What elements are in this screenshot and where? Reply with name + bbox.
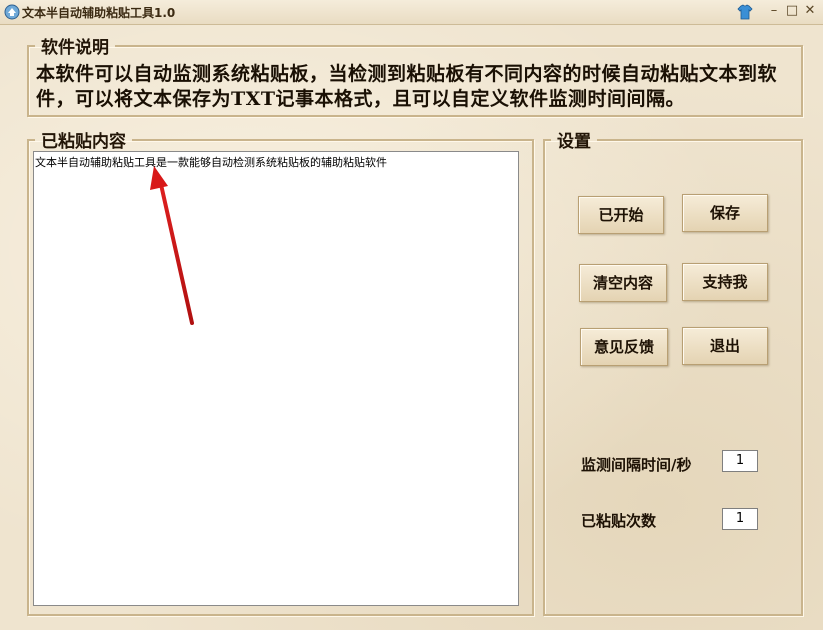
interval-input[interactable]: 1 bbox=[722, 450, 758, 472]
main-window: 文本半自动辅助粘贴工具1.0 – □ ✕ 软件说明 本软件可以自动监测系统粘贴板… bbox=[0, 0, 823, 630]
start-button[interactable]: 已开始 bbox=[578, 196, 664, 234]
paste-count-field: 1 bbox=[722, 508, 758, 530]
clear-content-button[interactable]: 清空内容 bbox=[579, 264, 667, 302]
skin-icon[interactable] bbox=[736, 3, 754, 21]
pasted-content-legend: 已粘贴内容 bbox=[41, 132, 126, 152]
title-bar[interactable]: 文本半自动辅助粘贴工具1.0 – □ ✕ bbox=[0, 0, 823, 25]
close-button[interactable]: ✕ bbox=[802, 3, 818, 19]
minimize-button[interactable]: – bbox=[766, 3, 782, 19]
watermark-logo bbox=[690, 578, 818, 626]
app-icon bbox=[4, 4, 20, 20]
exit-button[interactable]: 退出 bbox=[682, 327, 768, 365]
feedback-button[interactable]: 意见反馈 bbox=[580, 328, 668, 366]
support-button[interactable]: 支持我 bbox=[682, 263, 768, 301]
annotation-arrow-icon bbox=[150, 166, 194, 325]
paste-count-label: 已粘贴次数 bbox=[581, 512, 657, 530]
save-button[interactable]: 保存 bbox=[682, 194, 768, 232]
settings-legend: 设置 bbox=[557, 132, 591, 152]
window-title: 文本半自动辅助粘贴工具1.0 bbox=[22, 6, 176, 20]
interval-label: 监测间隔时间/秒 bbox=[581, 456, 692, 474]
description-legend: 软件说明 bbox=[41, 38, 109, 58]
pasted-content-textarea[interactable]: 文本半自动辅助粘贴工具是一款能够自动检测系统粘贴板的辅助粘贴软件 bbox=[33, 151, 519, 606]
description-text: 本软件可以自动监测系统粘贴板，当检测到粘贴板有不同内容的时候自动粘贴文本到软件，… bbox=[36, 63, 778, 110]
maximize-button[interactable]: □ bbox=[784, 3, 800, 19]
